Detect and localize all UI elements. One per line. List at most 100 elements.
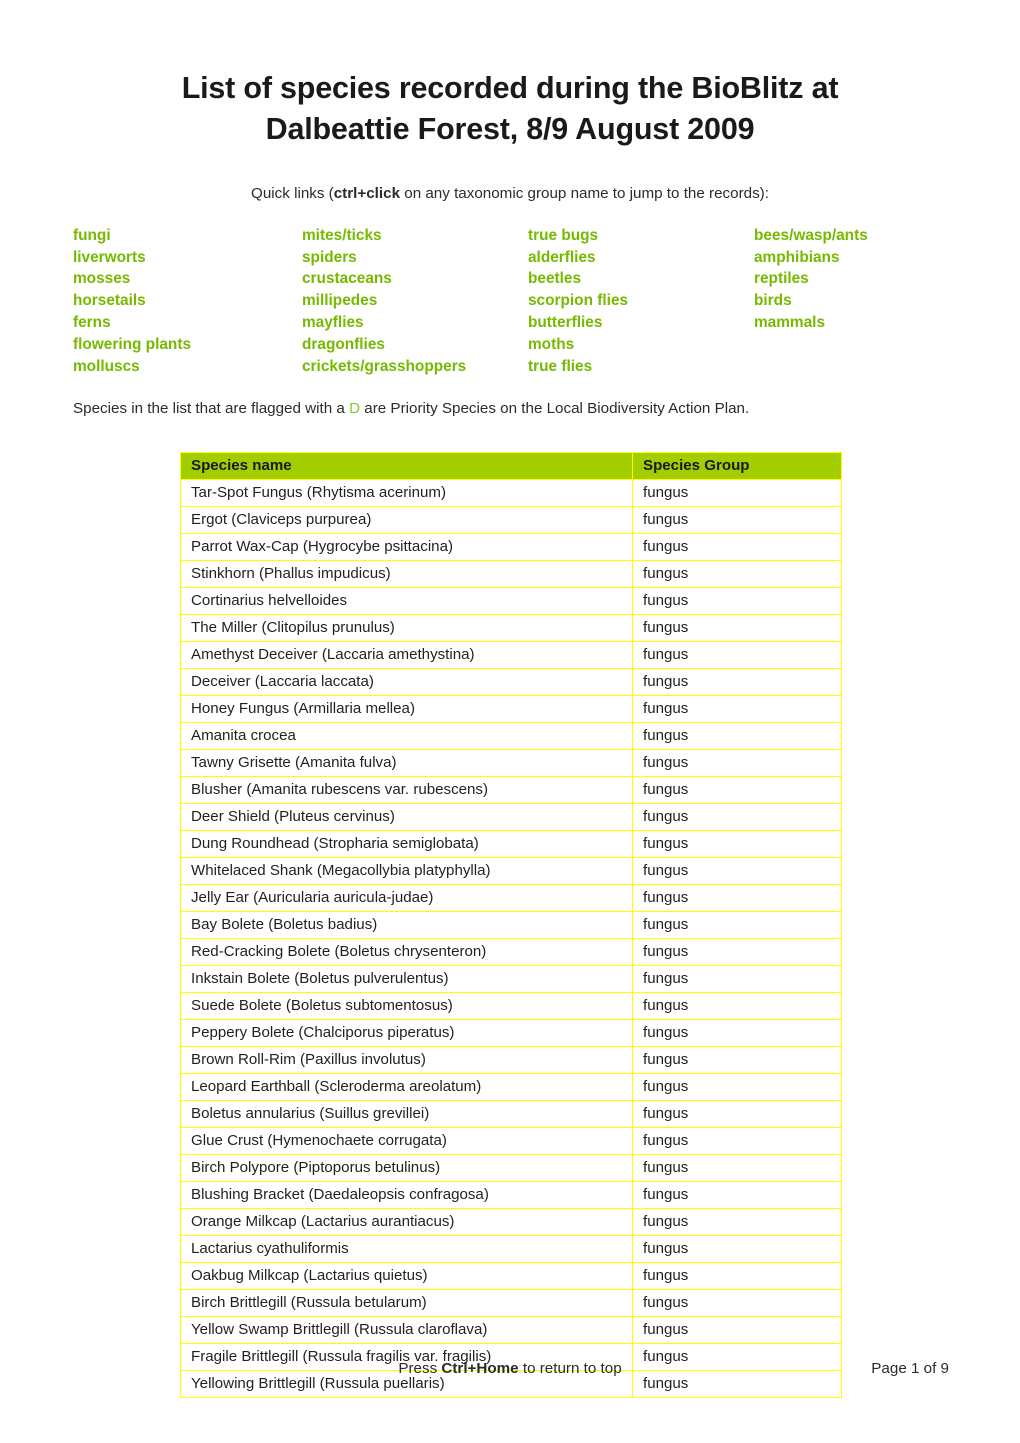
cell-species-name: Boletus annularius (Suillus grevillei) [180,1100,633,1128]
cell-species-name: Suede Bolete (Boletus subtomentosus) [180,992,633,1020]
table-row: Dung Roundhead (Stropharia semiglobata) f… [180,830,842,858]
cell-species-group: fungus [632,884,842,912]
cell-species-group: fungus [632,1262,842,1290]
cell-species-name: Amanita crocea [180,722,633,750]
quick-link-mayflies[interactable]: mayflies [302,312,466,334]
quick-link-moths[interactable]: moths [528,334,628,356]
cell-species-name: Jelly Ear (Auricularia auricula-judae) [180,884,633,912]
quick-link-horsetails[interactable]: horsetails [73,290,191,312]
table-row: Blusher (Amanita rubescens var. rubescen… [180,776,842,804]
table-row: Birch Polypore (Piptoporus betulinus) fun… [180,1154,842,1182]
quick-links-column-2: mites/ticks spiders crustaceans milliped… [302,225,466,378]
quick-link-ferns[interactable]: ferns [73,312,191,334]
cell-species-group: fungus [632,668,842,696]
cell-species-name: Bay Bolete (Boletus badius) [180,911,633,939]
quick-link-flowering-plants[interactable]: flowering plants [73,334,191,356]
cell-species-group: fungus [632,776,842,804]
quick-links-column-4: bees/wasp/ants amphibians reptiles birds… [754,225,868,334]
table-row: Tawny Grisette (Amanita fulva) fungus [180,749,842,777]
quick-links-intro-prefix: Quick links ( [251,185,334,203]
quick-link-spiders[interactable]: spiders [302,247,466,269]
cell-species-name: Tar-Spot Fungus (Rhytisma acerinum) [180,479,633,507]
quick-link-amphibians[interactable]: amphibians [754,247,868,269]
table-row: Suede Bolete (Boletus subtomentosus) fung… [180,992,842,1020]
table-row: Whitelaced Shank (Megacollybia platyphyl… [180,857,842,885]
species-table-head: Species name Species Group [180,452,842,480]
cell-species-group: fungus [632,1127,842,1155]
cell-species-group: fungus [632,1100,842,1128]
quick-link-reptiles[interactable]: reptiles [754,268,868,290]
quick-link-true-flies[interactable]: true flies [528,356,628,378]
cell-species-name: Stinkhorn (Phallus impudicus) [180,560,633,588]
page-footer: Press Ctrl+Home to return to top Page 1 … [0,1360,1020,1390]
quick-link-bees-wasp-ants[interactable]: bees/wasp/ants [754,225,868,247]
cell-species-name: Brown Roll-Rim (Paxillus involutus) [180,1046,633,1074]
table-row: Deceiver (Laccaria laccata) fungus [180,668,842,696]
quick-link-alderflies[interactable]: alderflies [528,247,628,269]
cell-species-name: Deceiver (Laccaria laccata) [180,668,633,696]
cell-species-name: Oakbug Milkcap (Lactarius quietus) [180,1262,633,1290]
table-row: Deer Shield (Pluteus cervinus) fungus [180,803,842,831]
cell-species-name: Honey Fungus (Armillaria mellea) [180,695,633,723]
cell-species-name: Parrot Wax-Cap (Hygrocybe psittacina) [180,533,633,561]
table-row: Red-Cracking Bolete (Boletus chrysentero… [180,938,842,966]
quick-link-dragonflies[interactable]: dragonflies [302,334,466,356]
quick-link-fungi[interactable]: fungi [73,225,191,247]
cell-species-name: Peppery Bolete (Chalciporus piperatus) [180,1019,633,1047]
quick-links-intro: Quick links (ctrl+click on any taxonomic… [0,149,1020,204]
cell-species-group: fungus [632,1073,842,1101]
cell-species-name: Red-Cracking Bolete (Boletus chrysentero… [180,938,633,966]
cell-species-group: fungus [632,533,842,561]
quick-link-mammals[interactable]: mammals [754,312,868,334]
cell-species-group: fungus [632,1019,842,1047]
cell-species-name: Leopard Earthball (Scleroderma areolatum… [180,1073,633,1101]
table-row: Glue Crust (Hymenochaete corrugata) fungu… [180,1127,842,1155]
quick-links-grid: fungi liverworts mosses horsetails ferns… [0,204,1020,383]
page-number: Page 1 of 9 [871,1360,949,1377]
column-header-species-group: Species Group [632,452,842,480]
quick-link-mosses[interactable]: mosses [73,268,191,290]
table-row: Honey Fungus (Armillaria mellea) fungus [180,695,842,723]
quick-link-molluscs[interactable]: molluscs [73,356,191,378]
quick-link-scorpion-flies[interactable]: scorpion flies [528,290,628,312]
table-row: Ergot (Claviceps purpurea) fungus [180,506,842,534]
cell-species-group: fungus [632,857,842,885]
table-row: Jelly Ear (Auricularia auricula-judae) fu… [180,884,842,912]
quick-link-butterflies[interactable]: butterflies [528,312,628,334]
quick-link-crickets-grasshoppers[interactable]: crickets/grasshoppers [302,356,466,378]
priority-flag-marker: D [349,399,361,417]
quick-link-liverworts[interactable]: liverworts [73,247,191,269]
table-row: Stinkhorn (Phallus impudicus) fungus [180,560,842,588]
cell-species-name: Birch Brittlegill (Russula betularum) [180,1289,633,1317]
table-row: Yellow Swamp Brittlegill (Russula clarof… [180,1316,842,1344]
table-row: Amanita crocea fungus [180,722,842,750]
cell-species-group: fungus [632,1208,842,1236]
table-row: Tar-Spot Fungus (Rhytisma acerinum) fungu… [180,479,842,507]
cell-species-name: Glue Crust (Hymenochaete corrugata) [180,1127,633,1155]
cell-species-name: Ergot (Claviceps purpurea) [180,506,633,534]
table-row: Amethyst Deceiver (Laccaria amethystina)… [180,641,842,669]
quick-link-crustaceans[interactable]: crustaceans [302,268,466,290]
cell-species-name: Orange Milkcap (Lactarius aurantiacus) [180,1208,633,1236]
footer-hint-shortcut: Ctrl+Home [441,1360,519,1377]
cell-species-name: Inkstain Bolete (Boletus pulverulentus) [180,965,633,993]
table-row: Leopard Earthball (Scleroderma areolatum… [180,1073,842,1101]
quick-link-true-bugs[interactable]: true bugs [528,225,628,247]
quick-link-mites-ticks[interactable]: mites/ticks [302,225,466,247]
table-row: Peppery Bolete (Chalciporus piperatus) fu… [180,1019,842,1047]
quick-link-beetles[interactable]: beetles [528,268,628,290]
priority-species-note: Species in the list that are flagged wit… [0,383,1020,419]
cell-species-group: fungus [632,722,842,750]
cell-species-group: fungus [632,506,842,534]
table-row: Lactarius cyathuliformis fungus [180,1235,842,1263]
priority-note-suffix: are Priority Species on the Local Biodiv… [360,399,750,417]
quick-link-millipedes[interactable]: millipedes [302,290,466,312]
column-header-species-name: Species name [180,452,633,480]
table-row: Blushing Bracket (Daedaleopsis confragos… [180,1181,842,1209]
table-row: Cortinarius helvelloides fungus [180,587,842,615]
quick-link-birds[interactable]: birds [754,290,868,312]
cell-species-name: Yellow Swamp Brittlegill (Russula clarof… [180,1316,633,1344]
table-header-row: Species name Species Group [180,452,842,480]
cell-species-name: Amethyst Deceiver (Laccaria amethystina) [180,641,633,669]
cell-species-group: fungus [632,1235,842,1263]
